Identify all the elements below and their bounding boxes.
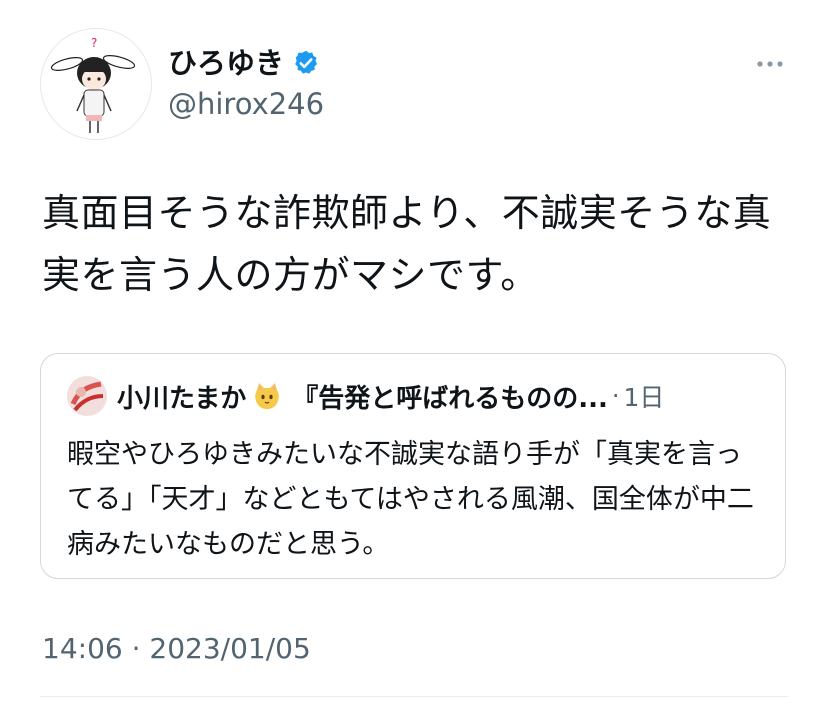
quoted-author-title: 『告発と呼ばれるものの... (292, 383, 608, 414)
svg-text:?: ? (91, 36, 97, 50)
author-name-row: ひろゆき (168, 44, 320, 82)
quoted-author-name: 小川たまか (117, 383, 247, 414)
quoted-tweet-text: 暇空やひろゆきみたいな不誠実な語り手が「真実を言ってる」「天才」などともてはやさ… (67, 439, 754, 560)
quoted-time: 1日 (623, 383, 665, 412)
divider (40, 696, 788, 697)
author-handle[interactable]: @hirox246 (168, 87, 324, 121)
cat-face-icon (255, 383, 280, 409)
quoted-separator: · (611, 382, 620, 410)
more-horizontal-icon[interactable] (752, 52, 788, 76)
tweet-text: 真面目そうな詐欺師より、不誠実そうな真実を言う人の方がマシです。 (42, 191, 772, 297)
author-display-name[interactable]: ひろゆき (168, 44, 284, 82)
quoted-author-avatar (67, 376, 107, 416)
quoted-tweet-header: 小川たまか 『告発と呼ばれるものの... · 1日 (67, 376, 767, 416)
tweet-timestamp[interactable]: 14:06 · 2023/01/05 (42, 632, 311, 665)
author-avatar[interactable]: ? (40, 28, 152, 140)
quoted-tweet-card[interactable]: 小川たまか 『告発と呼ばれるものの... · 1日 暇空やひろゆきみたいな不誠実… (40, 353, 786, 579)
verified-badge-icon (295, 50, 318, 74)
